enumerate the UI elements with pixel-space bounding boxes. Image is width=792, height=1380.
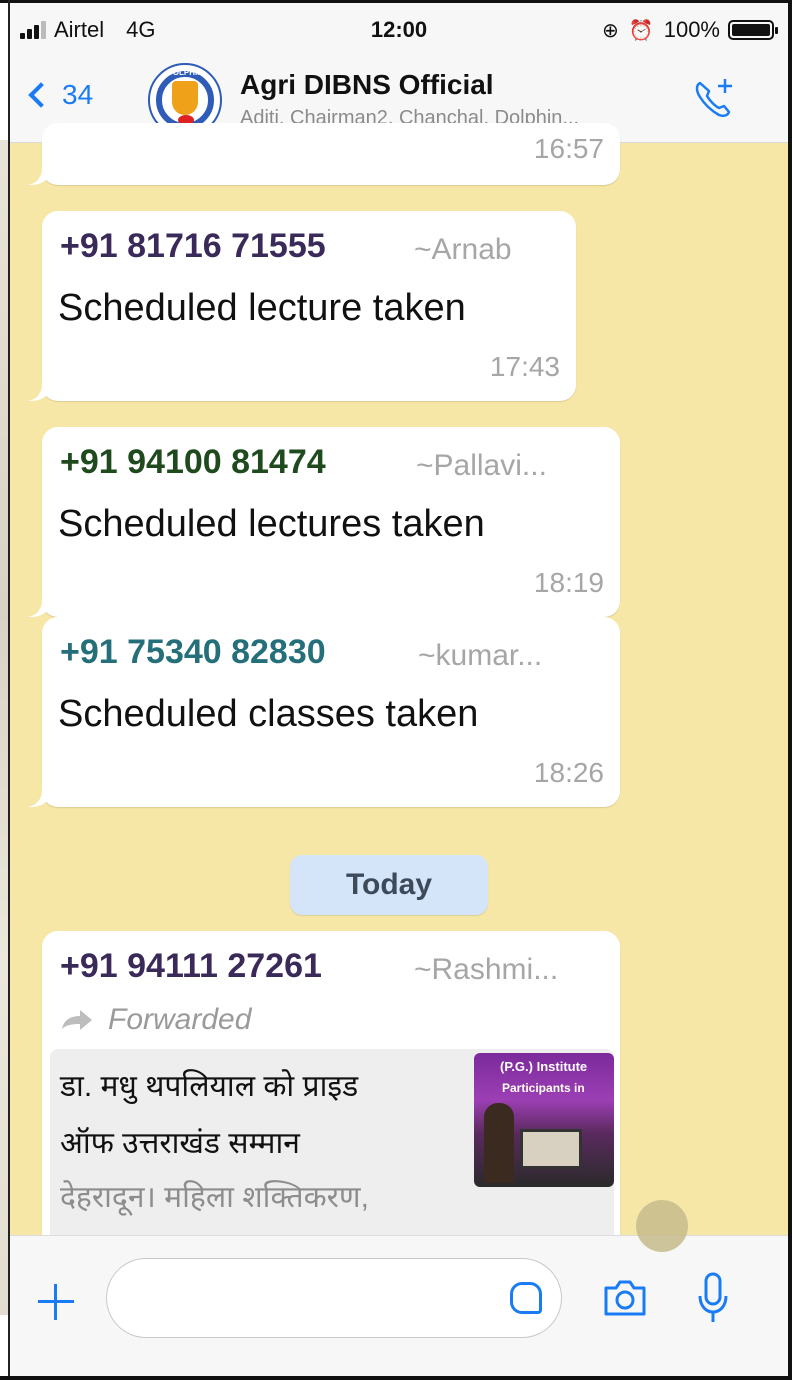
message-list[interactable]: 16:57 +91 81716 71555 ~Arnab Scheduled l… [10, 123, 788, 1291]
sender-number[interactable]: +91 94100 81474 [60, 443, 326, 482]
forwarded-text: Forwarded [108, 1003, 252, 1036]
preview-title-line2: ऑफ उत्तराखंड सम्मान [60, 1127, 300, 1160]
scroll-down-button[interactable] [636, 1200, 688, 1252]
sender-alias: ~Arnab [414, 233, 512, 266]
thumbnail-person [484, 1103, 514, 1183]
message-time: 16:57 [533, 133, 604, 164]
add-call-icon[interactable] [692, 77, 736, 121]
message-text: Scheduled lecture taken [58, 287, 466, 329]
date-divider: Today [290, 855, 488, 915]
right-border [788, 0, 792, 1380]
sender-alias: ~Rashmi... [414, 953, 559, 986]
thumbnail-caption-1: (P.G.) Institute [500, 1059, 588, 1074]
battery-percent: 100% [663, 17, 720, 42]
plus-icon[interactable] [36, 1282, 76, 1322]
message-text: Scheduled lectures taken [58, 503, 485, 545]
forward-arrow-icon [62, 1010, 92, 1030]
message-bubble[interactable]: 16:57 [26, 123, 620, 185]
preview-snippet: देहरादून। महिला शक्तिकरण, [60, 1181, 369, 1214]
sender-number[interactable]: +91 75340 82830 [60, 633, 326, 672]
back-button[interactable]: 34 [26, 79, 93, 111]
status-right: ⊕ ⏰ 100% [602, 17, 778, 43]
alarm-icon: ⏰ [628, 19, 654, 42]
screenshot-frame: Airtel 4G 12:00 ⊕ ⏰ 100% 34 DOLPHIN Agri… [0, 0, 792, 1380]
rotation-lock-icon: ⊕ [602, 19, 619, 42]
thumbnail-caption-2: Participants in [502, 1081, 585, 1095]
camera-icon[interactable] [602, 1278, 648, 1318]
microphone-icon[interactable] [696, 1272, 730, 1326]
sender-number[interactable]: +91 94111 27261 [60, 947, 322, 986]
avatar-logo-text: DOLPHIN [167, 68, 203, 77]
battery-icon [728, 20, 778, 40]
message-bubble[interactable]: +91 75340 82830 ~kumar... Scheduled clas… [26, 617, 620, 807]
sender-alias: ~kumar... [418, 639, 543, 672]
message-input[interactable] [106, 1258, 562, 1338]
message-time: 18:26 [533, 757, 604, 788]
chat-screen: Airtel 4G 12:00 ⊕ ⏰ 100% 34 DOLPHIN Agri… [10, 3, 788, 1376]
compose-bar [10, 1200, 788, 1376]
message-text: Scheduled classes taken [58, 693, 479, 735]
message-bubble[interactable]: +91 94100 81474 ~Pallavi... Scheduled le… [26, 427, 620, 617]
status-bar: Airtel 4G 12:00 ⊕ ⏰ 100% [10, 3, 788, 55]
bottom-border [0, 1376, 792, 1380]
forwarded-label: Forwarded [60, 1003, 251, 1037]
sender-number[interactable]: +91 81716 71555 [60, 227, 326, 266]
preview-thumbnail[interactable]: (P.G.) Institute Participants in [474, 1053, 614, 1187]
sender-alias: ~Pallavi... [416, 449, 547, 482]
message-time: 17:43 [489, 351, 560, 382]
chevron-left-icon [28, 82, 54, 108]
preview-title-line1: डा. मधु थपलियाल को प्राइड [60, 1070, 359, 1103]
thumbnail-award [520, 1129, 582, 1169]
message-time: 18:19 [533, 567, 604, 598]
unread-count: 34 [62, 79, 94, 110]
message-bubble[interactable]: +91 81716 71555 ~Arnab Scheduled lecture… [26, 211, 576, 401]
sticker-icon[interactable] [510, 1282, 542, 1314]
chat-title[interactable]: Agri DIBNS Official [240, 69, 494, 101]
